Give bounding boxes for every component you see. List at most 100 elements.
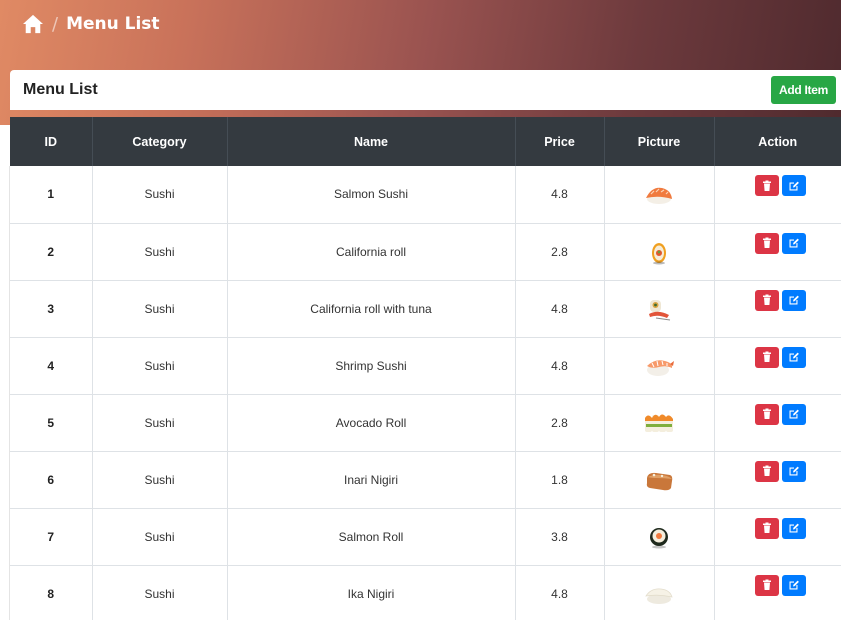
california-roll-image xyxy=(652,242,666,264)
cell-picture xyxy=(603,450,714,508)
table-row: 5 Sushi Avocado Roll 2.8 xyxy=(10,393,841,451)
add-item-button[interactable]: Add Item xyxy=(771,76,836,104)
edit-icon xyxy=(789,580,799,590)
edit-button[interactable] xyxy=(781,289,806,311)
trash-icon xyxy=(762,351,771,362)
column-header-id: ID xyxy=(10,117,92,166)
california-roll-tuna-image xyxy=(649,299,671,320)
cell-id: 7 xyxy=(10,507,92,565)
trash-icon xyxy=(762,465,771,476)
edit-icon xyxy=(789,238,799,248)
trash-icon xyxy=(762,579,771,590)
edit-icon xyxy=(789,409,799,419)
edit-icon xyxy=(789,295,799,305)
column-header-price: Price xyxy=(514,117,604,166)
trash-icon xyxy=(762,408,771,419)
edit-icon xyxy=(789,523,799,533)
edit-button[interactable] xyxy=(781,574,806,596)
edit-button[interactable] xyxy=(781,460,806,482)
cell-price: 4.8 xyxy=(514,279,604,337)
cell-category: Sushi xyxy=(91,166,227,223)
card-title: Menu List xyxy=(23,81,98,98)
cell-category: Sushi xyxy=(91,279,227,337)
cell-category: Sushi xyxy=(91,336,227,394)
home-icon[interactable] xyxy=(22,14,44,34)
cell-actions xyxy=(713,336,841,394)
edit-button[interactable] xyxy=(781,175,806,196)
table-row: 1 Sushi Salmon Sushi 4.8 xyxy=(10,166,841,223)
salmon-roll-image xyxy=(650,527,668,548)
cell-name: Ika Nigiri xyxy=(226,564,515,620)
shrimp-sushi-image xyxy=(647,359,674,376)
cell-id: 5 xyxy=(10,393,92,451)
cell-name: Salmon Roll xyxy=(226,507,515,565)
cell-price: 2.8 xyxy=(514,222,604,280)
delete-button[interactable] xyxy=(754,403,779,425)
edit-button[interactable] xyxy=(781,346,806,368)
cell-picture xyxy=(603,564,714,620)
table-row: 6 Sushi Inari Nigiri 1.8 xyxy=(10,450,841,508)
edit-button[interactable] xyxy=(781,403,806,425)
inari-nigiri-image xyxy=(646,472,673,490)
cell-price: 4.8 xyxy=(514,166,604,223)
cell-price: 2.8 xyxy=(514,393,604,451)
cell-actions xyxy=(713,222,841,280)
delete-button[interactable] xyxy=(754,232,779,254)
breadcrumb: / Menu List xyxy=(22,11,160,37)
trash-icon xyxy=(762,237,771,248)
table-row: 2 Sushi California roll 2.8 xyxy=(10,222,841,280)
cell-name: Shrimp Sushi xyxy=(226,336,515,394)
edit-icon xyxy=(789,181,799,190)
cell-category: Sushi xyxy=(91,564,227,620)
delete-button[interactable] xyxy=(754,346,779,368)
breadcrumb-current: Menu List xyxy=(66,14,160,34)
edit-icon xyxy=(789,352,799,362)
cell-name: Avocado Roll xyxy=(226,393,515,451)
table-row: 8 Sushi Ika Nigiri 4.8 xyxy=(10,564,841,620)
edit-icon xyxy=(789,466,799,476)
trash-icon xyxy=(762,180,771,191)
card-header: Menu List Add Item xyxy=(10,70,841,110)
cell-name: Salmon Sushi xyxy=(226,166,515,223)
cell-name: Inari Nigiri xyxy=(226,450,515,508)
cell-category: Sushi xyxy=(91,507,227,565)
menu-table: ID Category Name Price Picture Action 1 … xyxy=(10,117,841,620)
column-header-category: Category xyxy=(91,117,227,166)
cell-actions xyxy=(713,564,841,620)
delete-button[interactable] xyxy=(754,289,779,311)
cell-picture xyxy=(603,166,714,223)
column-header-name: Name xyxy=(226,117,515,166)
cell-actions xyxy=(713,393,841,451)
cell-actions xyxy=(713,279,841,337)
edit-button[interactable] xyxy=(781,517,806,539)
delete-button[interactable] xyxy=(754,175,779,196)
trash-icon xyxy=(762,522,771,533)
edit-button[interactable] xyxy=(781,232,806,254)
cell-picture xyxy=(603,507,714,565)
delete-button[interactable] xyxy=(754,460,779,482)
cell-actions xyxy=(713,450,841,508)
cell-price: 1.8 xyxy=(514,450,604,508)
cell-id: 4 xyxy=(10,336,92,394)
cell-category: Sushi xyxy=(91,222,227,280)
cell-category: Sushi xyxy=(91,393,227,451)
cell-picture xyxy=(603,393,714,451)
cell-id: 3 xyxy=(10,279,92,337)
avocado-roll-image xyxy=(645,414,673,432)
column-header-action: Action xyxy=(713,117,841,166)
cell-actions xyxy=(713,507,841,565)
cell-price: 4.8 xyxy=(514,336,604,394)
cell-price: 4.8 xyxy=(514,564,604,620)
delete-button[interactable] xyxy=(754,517,779,539)
delete-button[interactable] xyxy=(754,574,779,596)
cell-id: 8 xyxy=(10,564,92,620)
cell-id: 2 xyxy=(10,222,92,280)
table-row: 3 Sushi California roll with tuna 4.8 xyxy=(10,279,841,337)
ika-nigiri-image xyxy=(645,588,673,604)
cell-picture xyxy=(603,279,714,337)
cell-category: Sushi xyxy=(91,450,227,508)
table-row: 4 Sushi Shrimp Sushi 4.8 xyxy=(10,336,841,394)
table-header-row: ID Category Name Price Picture Action xyxy=(10,117,841,166)
cell-id: 6 xyxy=(10,450,92,508)
cell-picture xyxy=(603,336,714,394)
